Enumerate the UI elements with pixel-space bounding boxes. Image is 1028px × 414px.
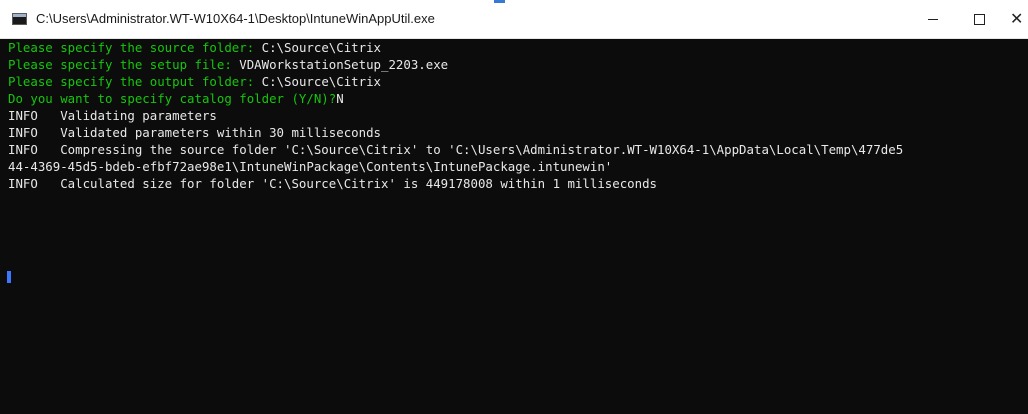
prompt-line: Please specify the setup file: VDAWorkst… <box>8 58 448 72</box>
log-line: INFO Validating parameters <box>8 108 217 123</box>
close-icon: ✕ <box>1010 9 1024 28</box>
minimize-icon <box>928 18 938 20</box>
titlebar-accent <box>494 0 505 3</box>
close-button[interactable]: ✕ <box>1002 0 1028 38</box>
prompt-question: Please specify the setup file: <box>8 57 240 72</box>
prompt-question: Please specify the source folder: <box>8 40 262 55</box>
prompt-line: Do you want to specify catalog folder (Y… <box>8 92 344 106</box>
prompt-answer: N <box>336 91 344 106</box>
prompt-line: Please specify the output folder: C:\Sou… <box>8 75 381 89</box>
console-window: C:\Users\Administrator.WT-W10X64-1\Deskt… <box>0 0 1028 414</box>
maximize-icon <box>973 13 985 25</box>
log-line: INFO Validated parameters within 30 mill… <box>8 125 381 140</box>
log-line: 44-4369-45d5-bdeb-efbf72ae98e1\IntuneWin… <box>8 159 613 174</box>
prompt-answer: VDAWorkstationSetup_2203.exe <box>239 57 449 72</box>
text-cursor <box>7 271 11 283</box>
console-app-icon[interactable] <box>12 13 27 25</box>
maximize-button[interactable] <box>956 0 1002 38</box>
minimize-button[interactable] <box>910 0 956 38</box>
prompt-question: Do you want to specify catalog folder (Y… <box>8 91 337 106</box>
log-line: INFO Calculated size for folder 'C:\Sour… <box>8 176 658 191</box>
title-bar[interactable]: C:\Users\Administrator.WT-W10X64-1\Deskt… <box>0 0 1028 39</box>
prompt-line: Please specify the source folder: C:\Sou… <box>8 41 381 55</box>
window-title: C:\Users\Administrator.WT-W10X64-1\Deskt… <box>36 11 435 26</box>
app-icon-bar <box>13 14 26 17</box>
prompt-answer: C:\Source\Citrix <box>261 40 381 55</box>
console-output[interactable]: Please specify the source folder: C:\Sou… <box>0 39 1028 414</box>
prompt-question: Please specify the output folder: <box>8 74 262 89</box>
prompt-answer: C:\Source\Citrix <box>261 74 381 89</box>
log-line: INFO Compressing the source folder 'C:\S… <box>8 142 904 157</box>
